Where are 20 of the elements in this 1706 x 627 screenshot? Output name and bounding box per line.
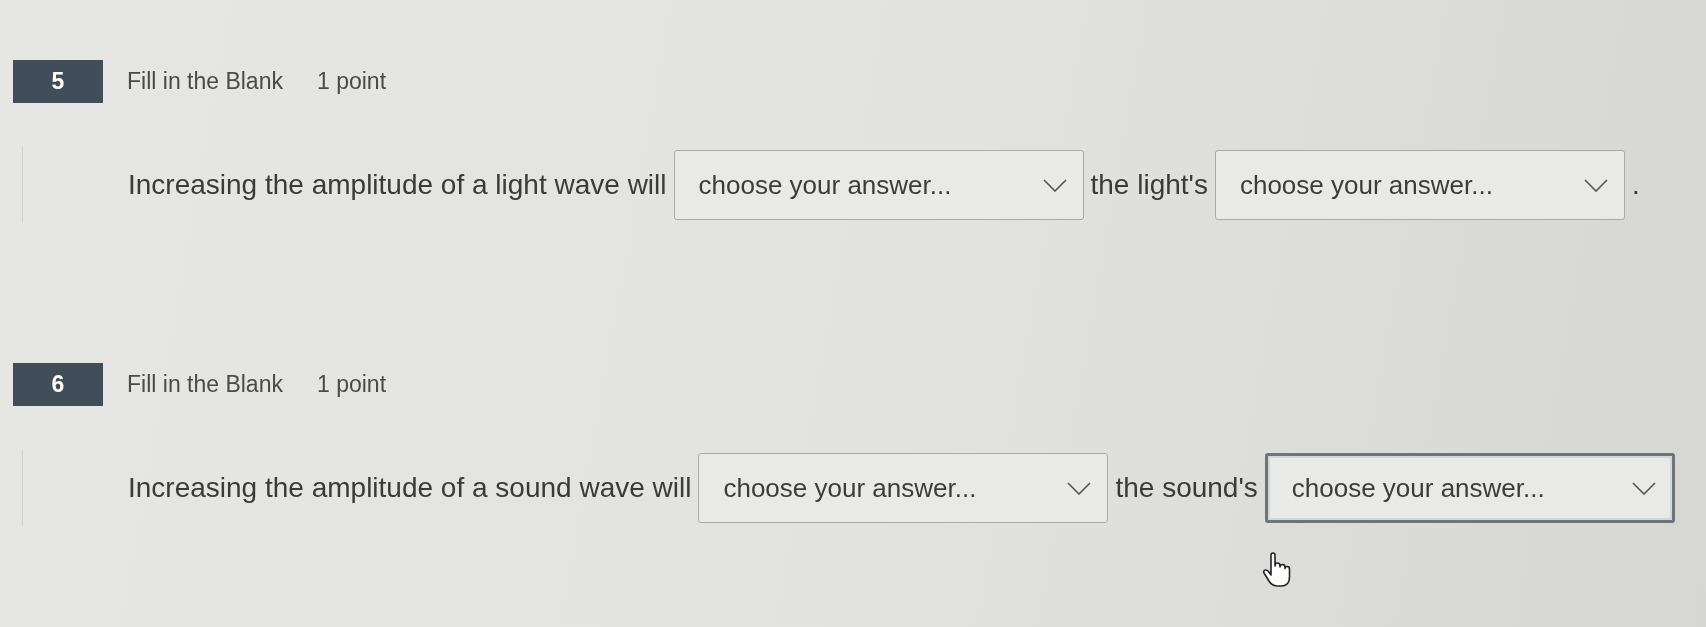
chevron-down-icon <box>1583 178 1608 192</box>
chevron-down-icon <box>1042 178 1067 192</box>
chevron-down-icon <box>1631 481 1656 495</box>
answer-dropdown[interactable]: choose your answer... <box>698 453 1109 523</box>
answer-dropdown[interactable]: choose your answer... <box>1264 453 1675 523</box>
question-type: Fill in the Blank <box>127 371 283 398</box>
chevron-down-icon <box>1067 481 1092 495</box>
hand-pointer-icon <box>1262 552 1292 588</box>
question-text: . <box>1631 169 1640 201</box>
question-type: Fill in the Blank <box>127 68 283 95</box>
question-number: 5 <box>13 60 103 103</box>
answer-dropdown[interactable]: choose your answer... <box>1214 150 1625 220</box>
question-points: 1 point <box>316 371 387 398</box>
question-number: 6 <box>13 363 103 406</box>
question-text: the light's <box>1090 169 1208 201</box>
question-points: 1 point <box>316 68 387 95</box>
answer-dropdown[interactable]: choose your answer... <box>673 150 1084 220</box>
question-text: Increasing the amplitude of a sound wave will <box>128 472 692 504</box>
question-text: the sound's <box>1115 472 1258 504</box>
question-text: Increasing the amplitude of a light wave will <box>128 169 667 201</box>
